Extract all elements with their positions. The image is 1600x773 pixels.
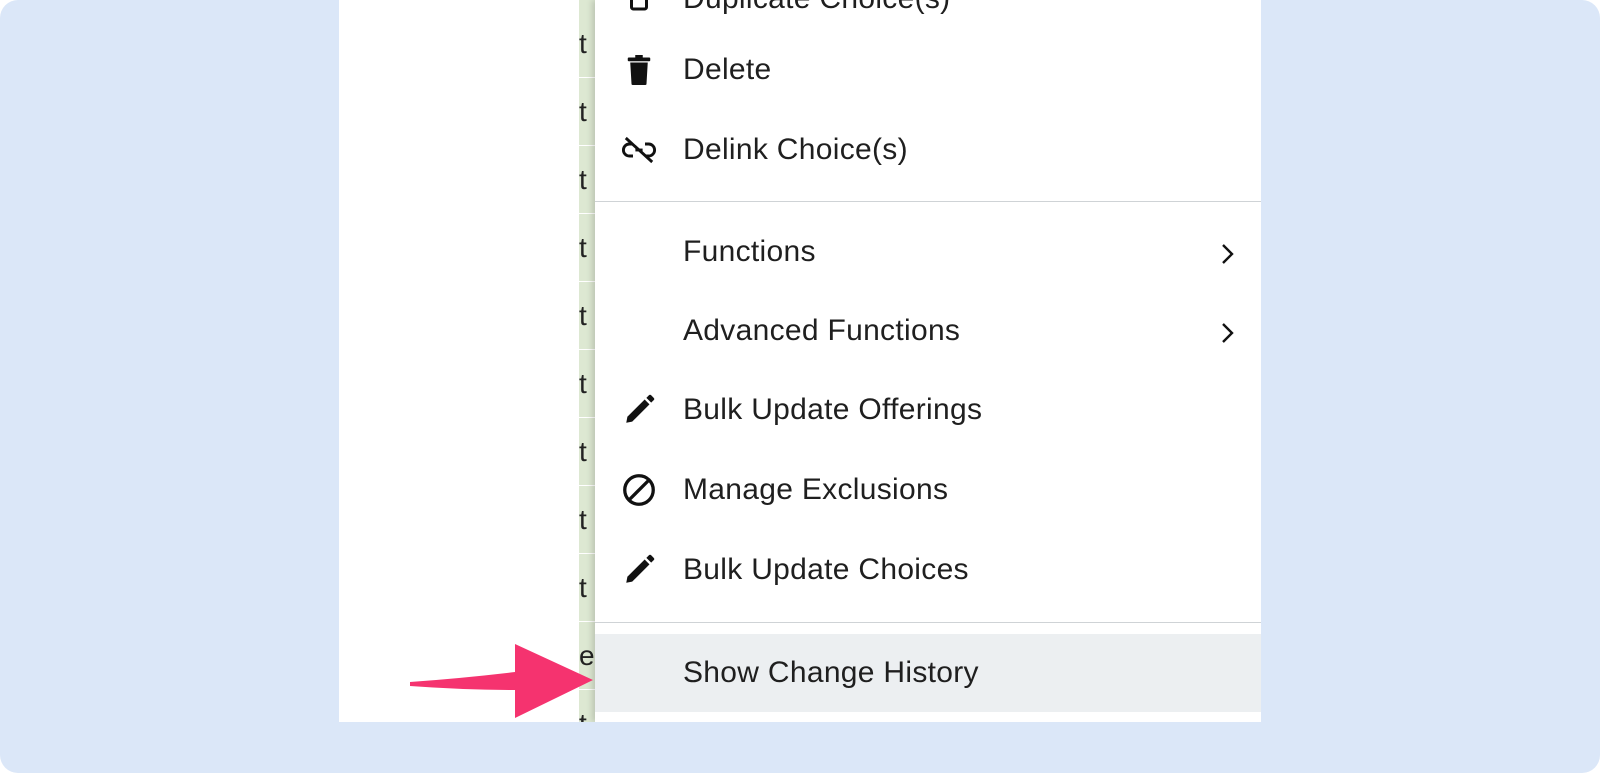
menu-item-label: Delete (683, 53, 772, 86)
duplicate-icon (621, 0, 657, 17)
menu-item-label: Bulk Update Offerings (683, 393, 983, 426)
menu-item-label: Manage Exclusions (683, 473, 949, 506)
menu-item-bulk-update-choices[interactable]: Bulk Update Choices (595, 531, 1261, 609)
menu-divider (595, 201, 1261, 202)
trash-icon (621, 52, 657, 88)
menu-item-label: Functions (683, 235, 816, 268)
menu-item-label: Show Change History (683, 656, 979, 689)
menu-item-delete[interactable]: Delete (595, 31, 1261, 109)
chevron-right-icon (1215, 240, 1239, 264)
menu-item-label: Delink Choice(s) (683, 133, 908, 166)
menu-item-manage-exclusions[interactable]: Manage Exclusions (595, 451, 1261, 529)
menu-item-functions[interactable]: Functions (595, 213, 1261, 291)
menu-item-bulk-update-offerings[interactable]: Bulk Update Offerings (595, 371, 1261, 449)
menu-item-label: Advanced Functions (683, 314, 961, 347)
menu-item-advanced-functions[interactable]: Advanced Functions (595, 292, 1261, 370)
menu-item-delink[interactable]: Delink Choice(s) (595, 111, 1261, 189)
app-screenshot: t t t t t t t t t e t Duplicate Choice(s… (339, 0, 1261, 722)
pencil-icon (621, 552, 657, 588)
context-menu: Duplicate Choice(s) Delete Delink Choice… (595, 0, 1261, 722)
unlink-icon (621, 132, 657, 168)
menu-item-label: Duplicate Choice(s) (683, 0, 950, 16)
pencil-icon (621, 392, 657, 428)
block-icon (621, 472, 657, 508)
menu-item-label: Bulk Update Choices (683, 553, 969, 586)
menu-divider (595, 622, 1261, 623)
chevron-right-icon (1215, 319, 1239, 343)
highlight-arrow (410, 644, 593, 718)
menu-item-show-change-history[interactable]: Show Change History (595, 634, 1261, 712)
